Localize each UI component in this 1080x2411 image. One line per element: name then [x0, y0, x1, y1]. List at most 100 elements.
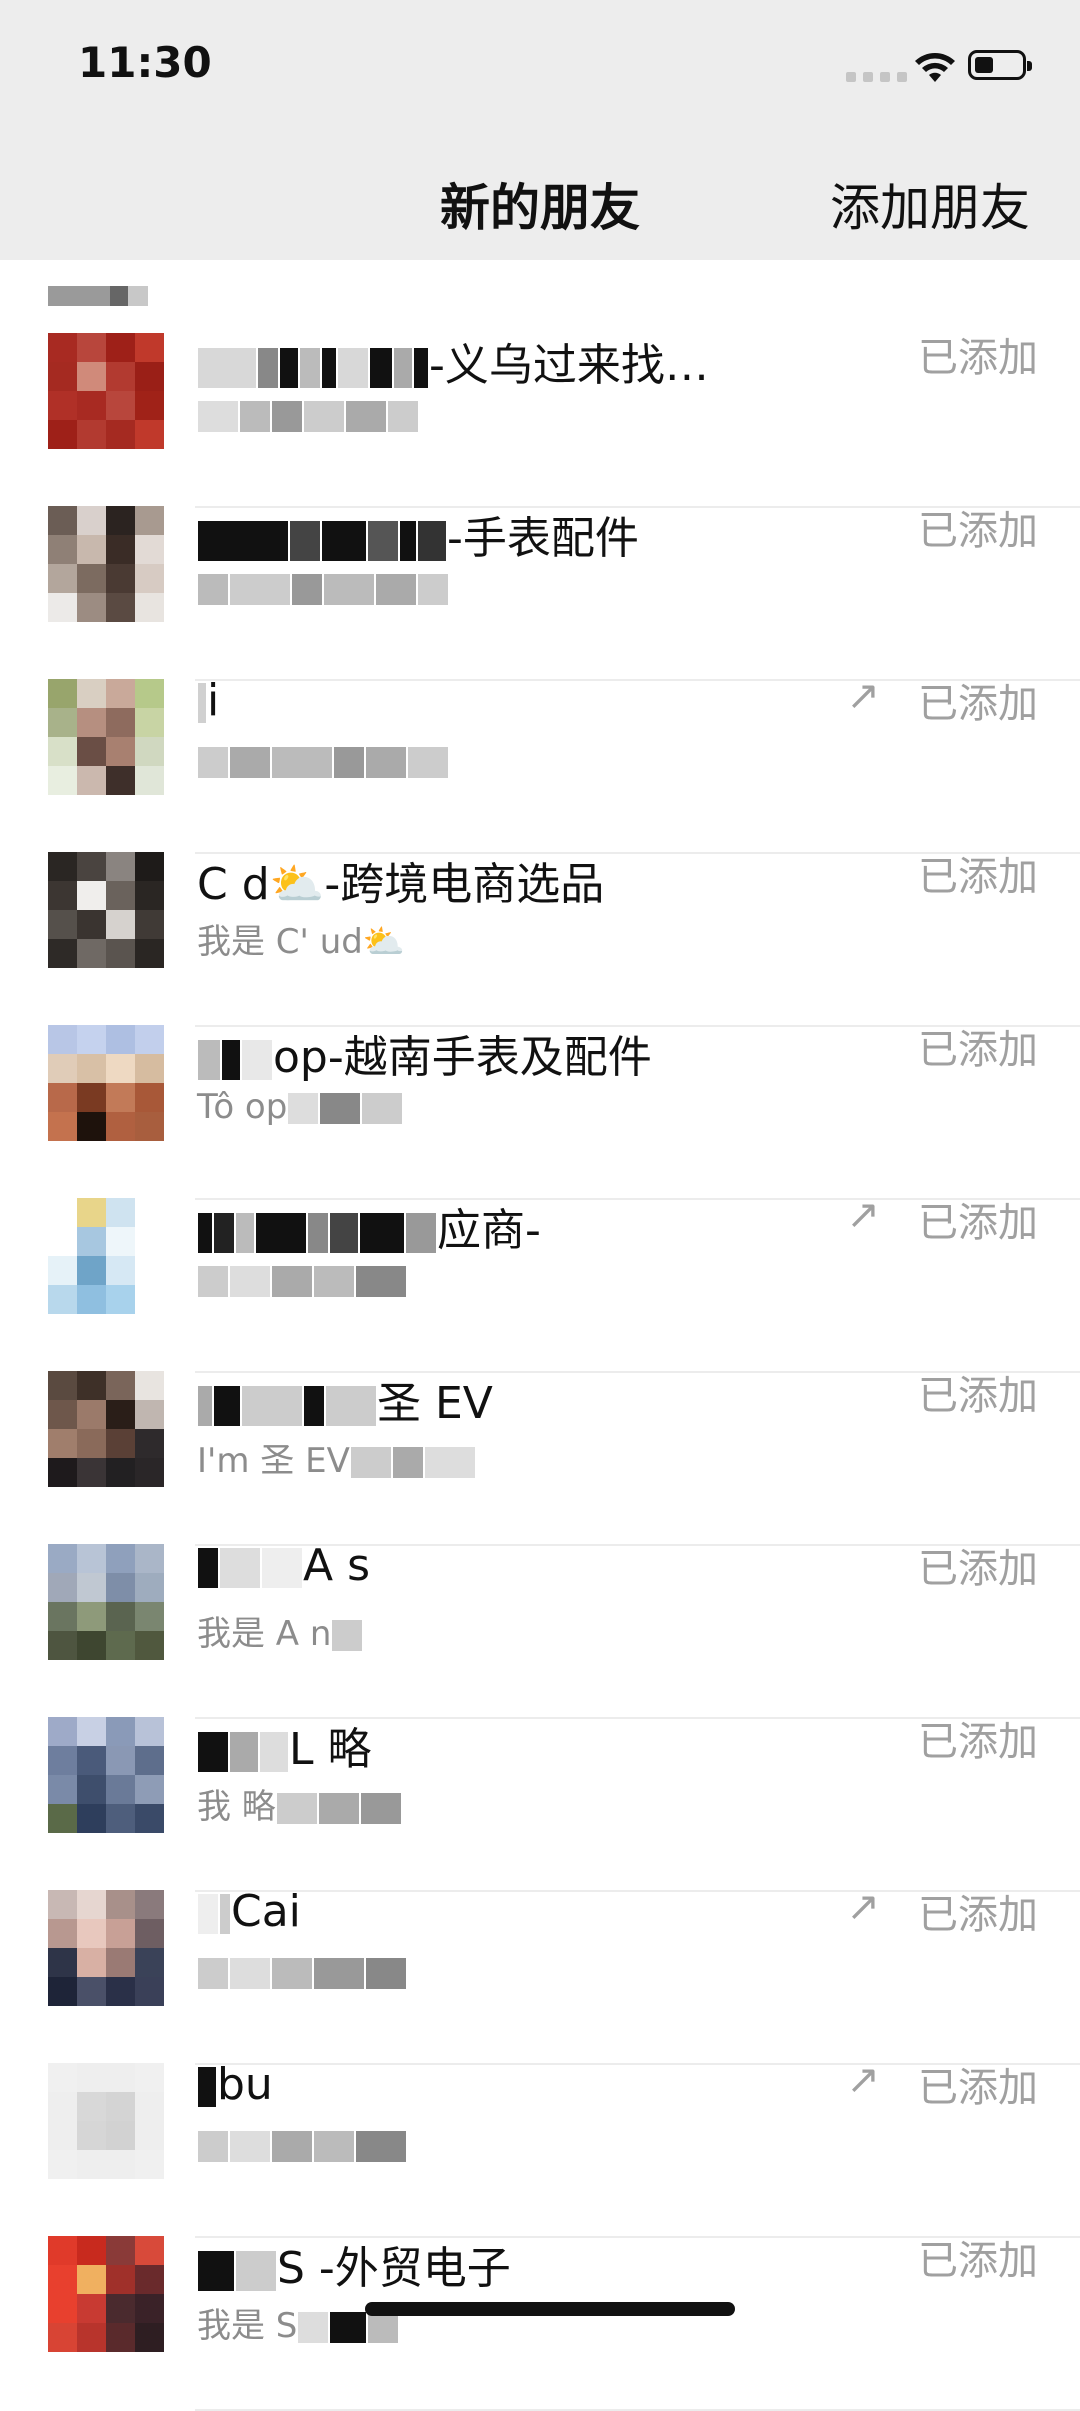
redaction-block	[376, 574, 416, 605]
friend-request-row[interactable]: A s 我是 A n 已添加	[0, 1540, 1080, 1719]
redaction-block	[400, 521, 416, 561]
redaction-block	[230, 1732, 258, 1772]
redaction-block	[298, 2312, 329, 2343]
friend-name: op-越南手表及配件	[197, 1021, 652, 1085]
friend-request-row[interactable]: C d⛅-跨境电商选品 我是 C' ud⛅ 已添加	[0, 852, 1080, 1027]
redaction-block	[288, 1093, 319, 1124]
friend-request-row[interactable]: 应商- ↗ 已添加	[0, 1192, 1080, 1373]
friend-name-text: Cai	[231, 1886, 301, 1937]
redaction-block	[320, 1093, 361, 1124]
redaction-block	[220, 1894, 230, 1934]
redaction-block	[272, 1958, 312, 1989]
added-status-label: 已添加	[918, 681, 1038, 727]
redaction-block	[334, 747, 364, 778]
redaction-block	[322, 521, 366, 561]
redaction-block	[198, 683, 206, 723]
redaction-block	[406, 1213, 436, 1253]
friend-name-text: 圣 EV	[377, 1378, 493, 1429]
redaction-block	[260, 1732, 288, 1772]
friend-message-text: I'm 圣 EV	[197, 1441, 350, 1481]
friend-message	[197, 2125, 407, 2165]
friend-name-text: A s	[303, 1540, 371, 1591]
redaction-block	[314, 1266, 354, 1297]
friend-name: i	[197, 675, 219, 726]
redaction-block	[366, 1958, 406, 1989]
redaction-block	[308, 1213, 328, 1253]
friend-name: bu	[197, 2059, 273, 2110]
redaction-block	[362, 1093, 403, 1124]
redaction-block	[368, 2312, 399, 2343]
redaction-block	[198, 348, 256, 388]
redaction-block	[198, 1958, 228, 1989]
redaction-block	[290, 521, 320, 561]
redaction-block	[198, 1732, 228, 1772]
friend-request-row[interactable]: i ↗ 已添加	[0, 673, 1080, 854]
added-status-label: 已添加	[918, 1892, 1038, 1938]
add-friend-button[interactable]: 添加朋友	[830, 168, 1030, 240]
avatar[interactable]	[48, 506, 164, 622]
redaction-block	[198, 2067, 216, 2107]
redaction-block	[388, 401, 418, 432]
added-status-label: 已添加	[918, 335, 1038, 381]
avatar[interactable]	[48, 1371, 164, 1487]
friend-request-row[interactable]: Cai ↗ 已添加	[0, 1884, 1080, 2065]
section-header	[48, 285, 168, 315]
friend-request-row[interactable]: -手表配件 已添加	[0, 506, 1080, 681]
friend-request-row[interactable]: -义乌过来找… 已添加	[0, 333, 1080, 508]
added-status-label: 已添加	[918, 854, 1038, 900]
redaction-block	[418, 521, 446, 561]
redaction-block	[272, 1266, 312, 1297]
friend-request-row[interactable]: S -外贸电子 我是 S 已添加	[0, 2236, 1080, 2411]
redaction-block	[220, 1548, 260, 1588]
friend-name-text: op-越南手表及配件	[273, 1032, 652, 1083]
friend-message-text: 我 略	[197, 1787, 276, 1827]
avatar[interactable]	[48, 1890, 164, 2006]
friend-request-row[interactable]: op-越南手表及配件 Tô op 已添加	[0, 1025, 1080, 1200]
redaction-block	[198, 574, 228, 605]
friend-message-text: 我是 S	[197, 2306, 298, 2346]
redaction-block	[230, 1958, 270, 1989]
friend-request-row[interactable]: L 略我 略 已添加	[0, 1717, 1080, 1892]
avatar[interactable]	[48, 1025, 164, 1141]
home-indicator[interactable]	[365, 2302, 735, 2316]
avatar[interactable]	[48, 1198, 164, 1314]
redaction-block	[330, 1213, 358, 1253]
redaction-block	[330, 2312, 367, 2343]
friend-request-row[interactable]: bu ↗ 已添加	[0, 2057, 1080, 2238]
redaction-block	[326, 1386, 376, 1426]
friend-name: L 略	[197, 1713, 372, 1777]
added-status-label: 已添加	[918, 2238, 1038, 2284]
avatar[interactable]	[48, 679, 164, 795]
avatar[interactable]	[48, 333, 164, 449]
redaction-block	[214, 1213, 234, 1253]
friend-name: C d⛅-跨境电商选品	[197, 848, 604, 912]
avatar[interactable]	[48, 1544, 164, 1660]
redaction-block	[198, 1386, 212, 1426]
share-arrow-icon: ↗	[846, 2057, 880, 2103]
friend-message: 我 略	[197, 1779, 402, 1828]
redaction-block	[198, 1548, 218, 1588]
redaction-block	[198, 1040, 220, 1080]
friend-request-row[interactable]: 圣 EV I'm 圣 EV 已添加	[0, 1371, 1080, 1546]
friend-name: 应商-	[197, 1194, 541, 1258]
redaction-block	[198, 747, 228, 778]
redaction-block	[322, 348, 336, 388]
redaction-block	[258, 348, 278, 388]
redaction-block	[408, 747, 448, 778]
friend-name-text: bu	[217, 2059, 273, 2110]
friend-name-text: 应商-	[437, 1205, 541, 1256]
redaction-block	[222, 1040, 240, 1080]
added-status-label: 已添加	[918, 2065, 1038, 2111]
avatar[interactable]	[48, 2063, 164, 2179]
avatar[interactable]	[48, 1717, 164, 1833]
status-bar: 11:30	[0, 0, 1080, 140]
avatar[interactable]	[48, 2236, 164, 2352]
share-arrow-icon: ↗	[846, 1884, 880, 1930]
added-status-label: 已添加	[918, 1719, 1038, 1765]
friend-message: I'm 圣 EV	[197, 1433, 476, 1482]
avatar[interactable]	[48, 852, 164, 968]
redaction-block	[338, 348, 368, 388]
added-status-label: 已添加	[918, 508, 1038, 554]
redaction-block	[368, 521, 398, 561]
friend-name: -手表配件	[197, 502, 639, 566]
